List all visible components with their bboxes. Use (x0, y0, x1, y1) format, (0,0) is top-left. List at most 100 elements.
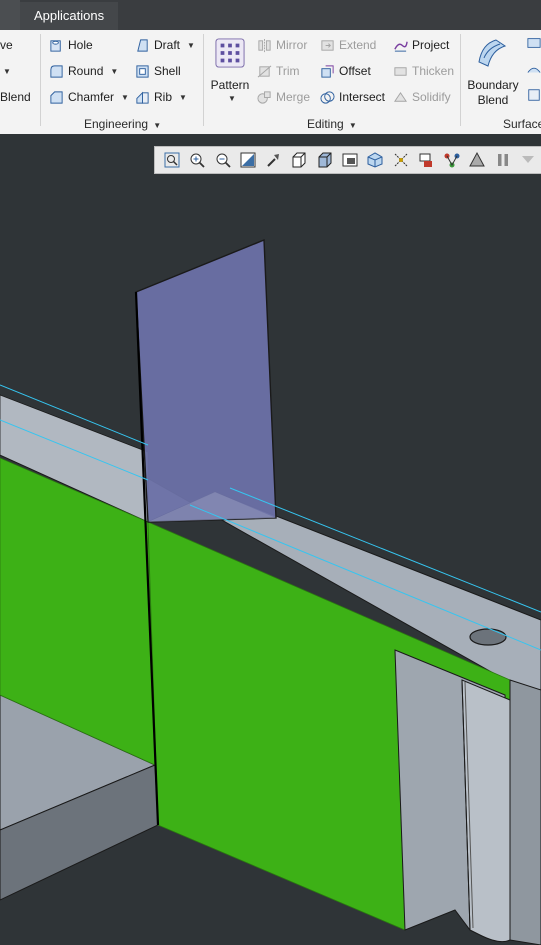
partial-label-blend: Blend (0, 90, 31, 104)
zoom-in-button[interactable] (184, 148, 209, 172)
mirror-icon (258, 38, 271, 52)
saved-orientations-button[interactable] (286, 148, 311, 172)
view-manager-icon (342, 153, 358, 167)
annotation-display-button[interactable] (414, 148, 439, 172)
draft-button[interactable]: Draft ▼ (135, 36, 195, 54)
reorient-icon (266, 154, 279, 167)
perspective-button[interactable] (363, 148, 388, 172)
trim-label: Trim (276, 64, 300, 78)
partial-label-top: ve (0, 38, 13, 52)
display-style-button[interactable] (312, 148, 337, 172)
boundary-blend-icon (478, 39, 507, 67)
project-icon (394, 41, 408, 52)
boundary-blend-button[interactable]: Boundary Blend (464, 34, 522, 108)
saved-orientations-icon (292, 152, 306, 168)
graphics-viewport[interactable] (0, 134, 541, 945)
spin-center-icon (444, 153, 460, 168)
repaint-button[interactable] (235, 148, 260, 172)
pattern-button[interactable]: Pattern ▼ (208, 36, 252, 108)
model-3d-view[interactable] (0, 134, 541, 945)
pause-button[interactable] (490, 148, 515, 172)
mirror-button[interactable]: Mirror (257, 36, 307, 54)
group-separator (203, 34, 204, 126)
chevron-down-icon[interactable]: ▼ (179, 93, 187, 102)
chevron-down-icon: ▼ (151, 121, 162, 130)
trim-icon (257, 65, 272, 77)
project-button[interactable]: Project (393, 36, 449, 54)
datum-display-button[interactable] (388, 148, 413, 172)
draft-label: Draft (154, 38, 181, 52)
thicken-label: Thicken (412, 64, 455, 78)
chevron-down-icon[interactable]: ▼ (187, 41, 195, 50)
repaint-icon (240, 152, 256, 168)
solidify-icon (393, 91, 408, 102)
extend-label: Extend (339, 38, 377, 52)
boundary-blend-label-line1: Boundary (467, 78, 519, 92)
rib-icon (136, 91, 149, 104)
reorient-button[interactable] (261, 148, 286, 172)
display-style-icon (318, 152, 332, 168)
hole-button[interactable]: Hole (49, 36, 93, 54)
more-button[interactable] (516, 148, 541, 172)
chamfer-button[interactable]: Chamfer ▼ (49, 88, 129, 106)
datum-display-icon (394, 153, 408, 167)
chevron-down-icon[interactable]: ▼ (121, 93, 129, 102)
tab-strip-left (0, 0, 20, 30)
app-title-bar: Applications (0, 0, 541, 30)
surface-command-icon[interactable] (527, 88, 541, 102)
view-manager-button[interactable] (337, 148, 362, 172)
spin-center-button[interactable] (439, 148, 464, 172)
surface-command-icon[interactable] (527, 62, 541, 76)
intersect-icon (320, 90, 335, 104)
partial-command-blend[interactable]: Blend (0, 88, 31, 106)
solidify-label: Solidify (412, 90, 451, 104)
shell-label: Shell (154, 64, 181, 78)
datum-plane[interactable] (135, 238, 277, 523)
pattern-label: Pattern (210, 78, 250, 92)
model-hole[interactable] (469, 628, 507, 646)
offset-button[interactable]: Offset (320, 62, 371, 80)
hole-label: Hole (68, 38, 93, 52)
project-label: Project (412, 38, 450, 52)
zoom-out-icon (216, 153, 231, 168)
surfaces-group-label[interactable]: Surface (503, 117, 541, 131)
zoom-out-button[interactable] (210, 148, 235, 172)
surface-command-icon[interactable] (527, 36, 541, 50)
group-separator (40, 34, 41, 126)
annotation-display-icon (419, 153, 433, 167)
round-button[interactable]: Round ▼ (49, 62, 118, 80)
engineering-group-label[interactable]: Engineering ▼ (84, 117, 161, 131)
intersect-label: Intersect (339, 90, 386, 104)
thicken-button[interactable]: Thicken (393, 62, 454, 80)
intersect-button[interactable]: Intersect (320, 88, 385, 106)
chevron-down-icon: ▼ (3, 66, 11, 76)
appearance-button[interactable] (465, 148, 490, 172)
draft-icon (137, 38, 148, 52)
chevron-down-icon[interactable]: ▼ (228, 94, 236, 103)
partial-command-middle[interactable]: ▼ (0, 62, 11, 80)
shell-button[interactable]: Shell (135, 62, 181, 80)
editing-group-label[interactable]: Editing ▼ (307, 117, 357, 131)
model-face-right[interactable] (509, 679, 541, 945)
chevron-down-icon: ▼ (346, 121, 357, 130)
offset-icon (321, 64, 334, 78)
pause-icon (497, 154, 508, 166)
offset-label: Offset (339, 64, 371, 78)
merge-label: Merge (276, 90, 311, 104)
merge-button[interactable]: Merge (257, 88, 310, 106)
graphics-toolbar (154, 146, 541, 174)
rib-button[interactable]: Rib ▼ (135, 88, 187, 106)
chamfer-icon (50, 90, 63, 104)
hole-icon (50, 39, 61, 52)
partial-command-top[interactable]: ve (0, 36, 13, 54)
solidify-button[interactable]: Solidify (393, 88, 451, 106)
mirror-label: Mirror (276, 38, 308, 52)
trim-button[interactable]: Trim (257, 62, 300, 80)
merge-icon (257, 90, 271, 104)
boundary-blend-label-line2: Blend (477, 93, 509, 107)
tab-applications[interactable]: Applications (20, 2, 119, 30)
ribbon: ve ▼ Blend Hole Round ▼ Chamfer ▼ Draft ▼ S… (0, 30, 541, 135)
refit-button[interactable] (159, 148, 184, 172)
extend-button[interactable]: Extend (320, 36, 376, 54)
chevron-down-icon[interactable]: ▼ (110, 67, 118, 76)
